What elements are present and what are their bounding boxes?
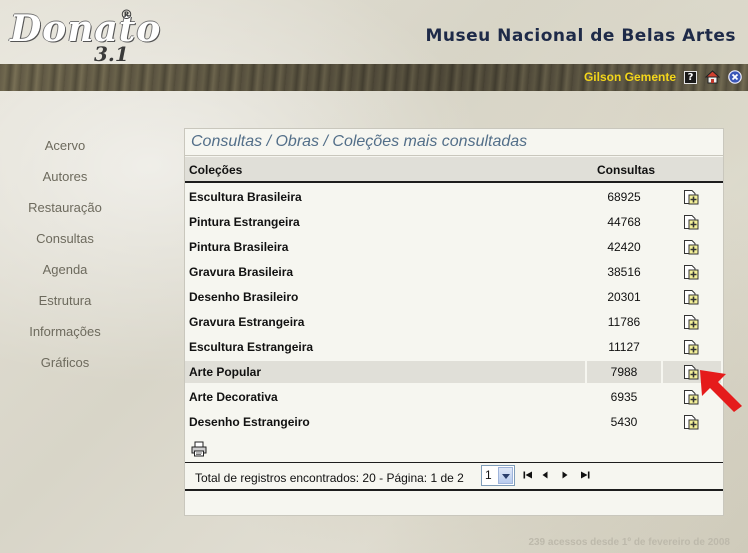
header: Donato ® 3.1 Museu Nacional de Belas Art… [0,0,748,66]
sidebar-item-informacoes[interactable]: Informações [0,316,130,347]
consult-count: 42420 [607,240,641,254]
collection-name: Arte Decorativa [189,390,278,404]
first-page-icon[interactable] [523,471,533,479]
page-select-value: 1 [485,468,492,482]
consult-count: 38516 [607,265,641,279]
sidebar-item-acervo[interactable]: Acervo [0,130,130,161]
collection-name: Pintura Estrangeira [189,215,300,229]
exit-icon[interactable] [728,70,742,84]
add-to-collection-icon[interactable] [683,264,699,280]
table-header: Coleções Consultas [185,157,723,183]
table-row: Pintura Brasileira 42420 [185,235,723,260]
museum-title: Museu Nacional de Belas Artes [425,26,736,46]
column-header-colecoes: Coleções [189,163,243,177]
row-action [663,211,721,233]
chevron-down-icon[interactable] [498,467,513,484]
consult-count: 44768 [607,215,641,229]
collection-name: Gravura Estrangeira [189,315,305,329]
title-divider [185,155,723,156]
sidebar-item-autores[interactable]: Autores [0,161,130,192]
logo-registered-mark: ® [120,8,133,23]
add-to-collection-icon[interactable] [683,189,699,205]
help-icon[interactable]: ? [684,70,697,84]
results-panel: Consultas / Obras / Coleções mais consul… [184,128,724,516]
sidebar-item-consultas[interactable]: Consultas [0,223,130,254]
add-to-collection-icon[interactable] [683,339,699,355]
add-to-collection-icon[interactable] [683,414,699,430]
home-icon[interactable] [705,70,720,84]
add-to-collection-icon[interactable] [683,289,699,305]
table-row: Desenho Estrangeiro 5430 [185,410,723,435]
page-select[interactable]: 1 [481,465,515,486]
add-to-collection-icon[interactable] [683,214,699,230]
column-header-consultas: Consultas [597,163,656,177]
collection-name: Desenho Brasileiro [189,290,299,304]
page-title: Consultas / Obras / Coleções mais consul… [191,133,528,150]
consult-count: 11786 [607,315,641,329]
row-action [663,186,721,208]
table-body: Escultura Brasileira 68925 Pintura Estra… [185,185,723,435]
consult-count: 68925 [607,190,641,204]
pagination-bar: Total de registros encontrados: 20 - Pág… [185,463,723,489]
row-action [663,236,721,258]
table-row: Gravura Estrangeira 11786 [185,310,723,335]
consult-count: 5430 [610,415,638,429]
row-action [663,311,721,333]
collection-name: Desenho Estrangeiro [189,415,310,429]
records-summary: Total de registros encontrados: 20 - Pág… [195,471,464,485]
table-row: Escultura Estrangeira 11127 [185,335,723,360]
consult-count: 7988 [587,361,661,383]
logo-text: Donato [10,8,162,50]
row-action [663,261,721,283]
next-page-icon[interactable] [562,471,568,479]
sidebar-item-agenda[interactable]: Agenda [0,254,130,285]
table-row-highlighted: Arte Popular 7988 [185,360,723,385]
sidebar: Acervo Autores Restauração Consultas Age… [0,130,130,378]
add-to-collection-icon[interactable] [683,314,699,330]
footer-divider-bottom [185,489,723,491]
table-row: Pintura Estrangeira 44768 [185,210,723,235]
user-name[interactable]: Gilson Gemente [584,70,676,84]
collection-name: Escultura Estrangeira [189,340,314,354]
consult-count: 6935 [610,390,638,404]
user-area: Gilson Gemente ? [584,68,742,86]
sidebar-item-graficos[interactable]: Gráficos [0,347,130,378]
row-action [663,286,721,308]
access-counter: 239 acessos desde 1º de fevereiro de 200… [528,537,730,548]
collection-name: Escultura Brasileira [189,190,302,204]
row-action [663,336,721,358]
donato-logo: Donato ® 3.1 [6,2,160,66]
consult-count: 20301 [607,290,641,304]
collection-name: Gravura Brasileira [189,265,294,279]
table-row: Desenho Brasileiro 20301 [185,285,723,310]
row-action [663,411,721,433]
collection-name: Pintura Brasileira [189,240,289,254]
table-row: Gravura Brasileira 38516 [185,260,723,285]
table-row: Escultura Brasileira 68925 [185,185,723,210]
printer-icon[interactable] [191,441,207,457]
logo-version: 3.1 [94,42,129,66]
consult-count: 11127 [608,340,640,354]
sidebar-item-estrutura[interactable]: Estrutura [0,285,130,316]
sidebar-item-restauracao[interactable]: Restauração [0,192,130,223]
red-arrow-pointer-icon [700,370,742,412]
collection-name: Arte Popular [185,361,585,383]
previous-page-icon[interactable] [542,471,548,479]
table-row: Arte Decorativa 6935 [185,385,723,410]
last-page-icon[interactable] [580,471,590,479]
add-to-collection-icon[interactable] [683,239,699,255]
